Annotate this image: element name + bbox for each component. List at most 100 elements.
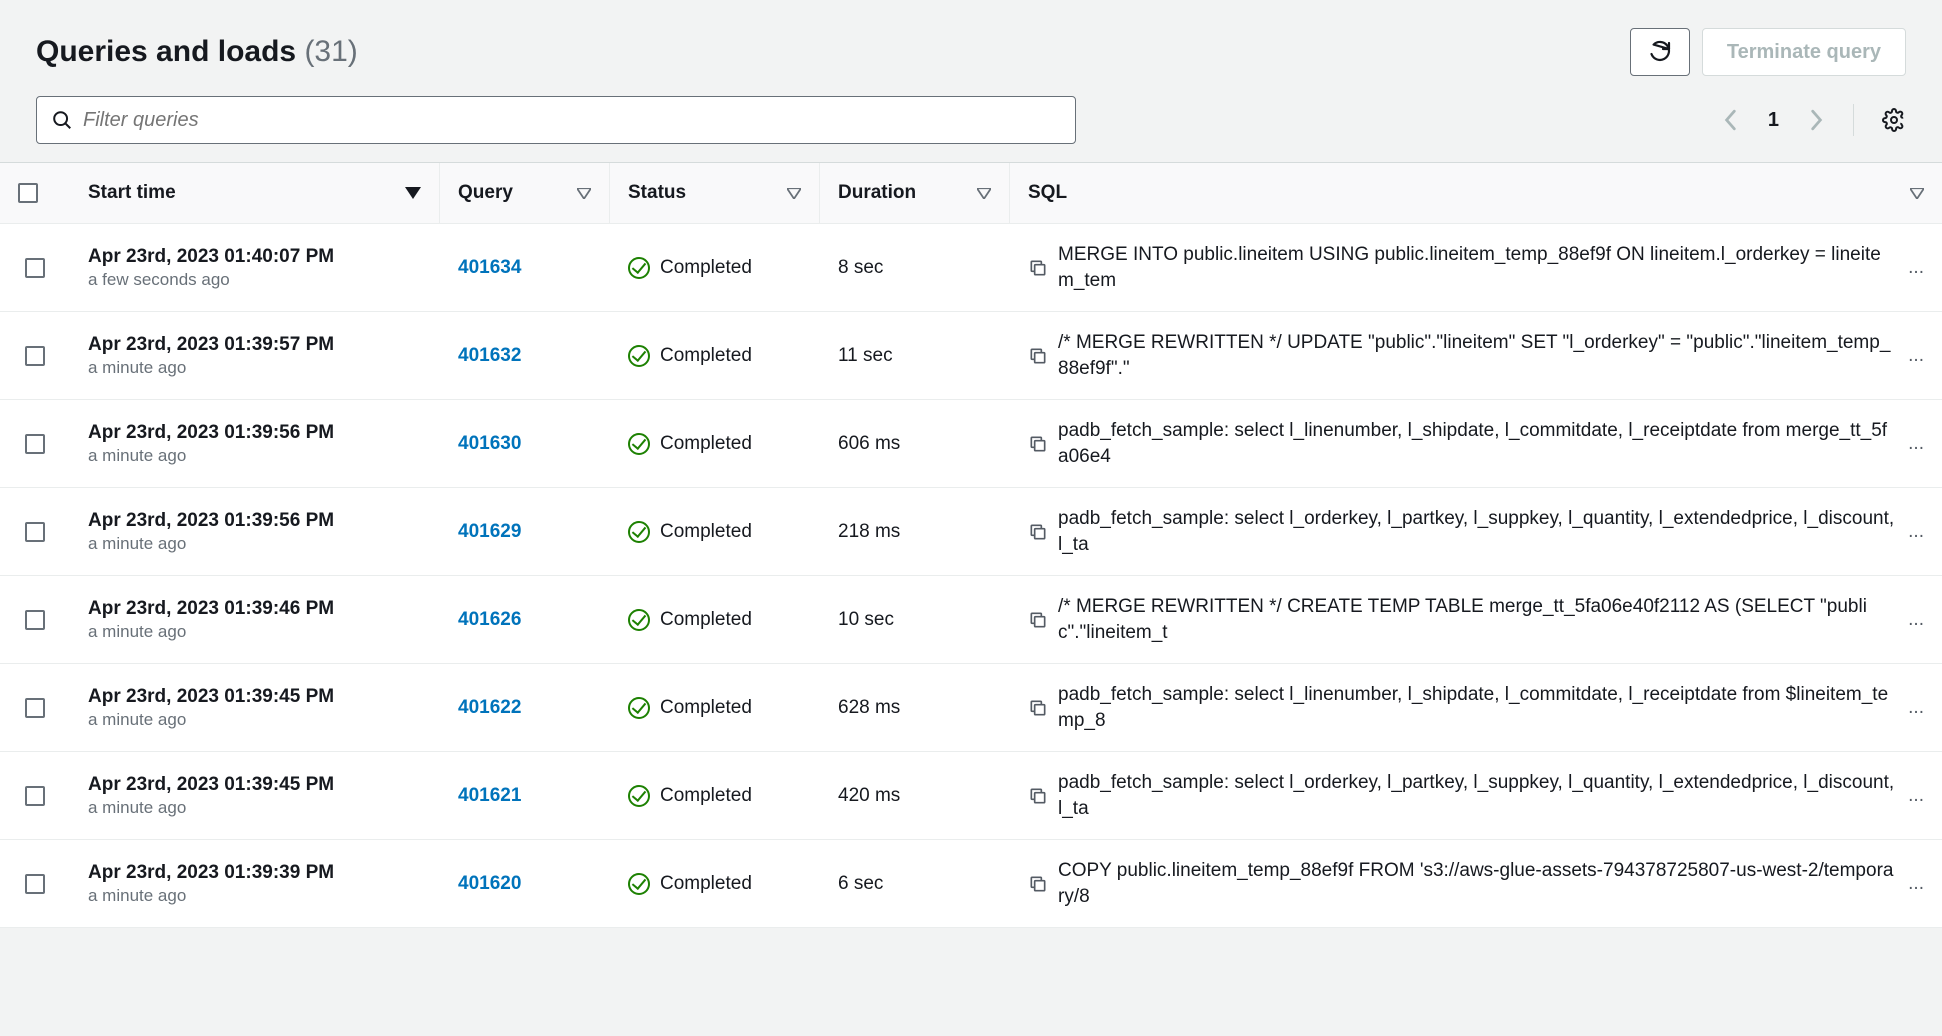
status-success-icon xyxy=(628,433,650,455)
col-header-label: Query xyxy=(458,182,513,204)
sql-text: /* MERGE REWRITTEN */ UPDATE "public"."l… xyxy=(1058,330,1894,381)
copy-sql-button[interactable] xyxy=(1028,786,1048,806)
toolbar: 1 xyxy=(0,96,1942,162)
paginator: 1 xyxy=(1722,104,1906,136)
status-text: Completed xyxy=(660,521,752,543)
next-page-button[interactable] xyxy=(1807,109,1825,131)
start-relative: a minute ago xyxy=(88,886,334,906)
sql-text: padb_fetch_sample: select l_linenumber, … xyxy=(1058,418,1894,469)
query-id-link[interactable]: 401634 xyxy=(458,257,521,279)
row-checkbox[interactable] xyxy=(25,434,45,454)
copy-sql-button[interactable] xyxy=(1028,434,1048,454)
start-time: Apr 23rd, 2023 01:39:45 PM xyxy=(88,774,334,796)
query-id-link[interactable]: 401626 xyxy=(458,609,521,631)
row-checkbox[interactable] xyxy=(25,522,45,542)
col-header-query[interactable]: Query xyxy=(440,163,610,223)
copy-sql-button[interactable] xyxy=(1028,258,1048,278)
table-row: Apr 23rd, 2023 01:40:07 PMa few seconds … xyxy=(0,224,1942,312)
page-number: 1 xyxy=(1768,109,1779,132)
sql-text: padb_fetch_sample: select l_linenumber, … xyxy=(1058,682,1894,733)
row-checkbox[interactable] xyxy=(25,610,45,630)
col-header-label: Status xyxy=(628,182,686,204)
filter-input[interactable] xyxy=(73,109,1061,132)
col-header-status[interactable]: Status xyxy=(610,163,820,223)
page-title: Queries and loads (31) xyxy=(36,35,358,69)
duration-text: 8 sec xyxy=(838,257,883,279)
status-text: Completed xyxy=(660,873,752,895)
select-all-checkbox[interactable] xyxy=(18,183,38,203)
start-relative: a minute ago xyxy=(88,710,334,730)
query-id-link[interactable]: 401620 xyxy=(458,873,521,895)
query-id-link[interactable]: 401632 xyxy=(458,345,521,367)
start-time: Apr 23rd, 2023 01:39:45 PM xyxy=(88,686,334,708)
status-success-icon xyxy=(628,873,650,895)
sort-icon xyxy=(787,188,801,199)
chevron-right-icon xyxy=(1807,109,1825,131)
row-checkbox[interactable] xyxy=(25,346,45,366)
sql-text: padb_fetch_sample: select l_orderkey, l_… xyxy=(1058,770,1894,821)
duration-text: 420 ms xyxy=(838,785,900,807)
gear-icon xyxy=(1882,108,1906,132)
copy-sql-button[interactable] xyxy=(1028,610,1048,630)
status-success-icon xyxy=(628,345,650,367)
copy-sql-button[interactable] xyxy=(1028,874,1048,894)
refresh-button[interactable] xyxy=(1630,28,1690,76)
settings-button[interactable] xyxy=(1882,108,1906,132)
col-header-label: Duration xyxy=(838,182,916,204)
table-row: Apr 23rd, 2023 01:39:39 PMa minute ago40… xyxy=(0,840,1942,928)
copy-sql-button[interactable] xyxy=(1028,346,1048,366)
start-relative: a minute ago xyxy=(88,358,334,378)
duration-text: 10 sec xyxy=(838,609,894,631)
sql-ellipsis: ... xyxy=(1904,785,1924,807)
sql-ellipsis: ... xyxy=(1904,257,1924,279)
col-header-label: SQL xyxy=(1028,182,1067,204)
terminate-query-button[interactable]: Terminate query xyxy=(1702,28,1906,76)
sql-text: /* MERGE REWRITTEN */ CREATE TEMP TABLE … xyxy=(1058,594,1894,645)
duration-text: 6 sec xyxy=(838,873,883,895)
sql-ellipsis: ... xyxy=(1904,521,1924,543)
copy-sql-button[interactable] xyxy=(1028,698,1048,718)
row-checkbox[interactable] xyxy=(25,258,45,278)
start-relative: a minute ago xyxy=(88,446,334,466)
start-relative: a few seconds ago xyxy=(88,270,334,290)
copy-sql-button[interactable] xyxy=(1028,522,1048,542)
sql-ellipsis: ... xyxy=(1904,345,1924,367)
query-id-link[interactable]: 401621 xyxy=(458,785,521,807)
sql-ellipsis: ... xyxy=(1904,697,1924,719)
query-id-link[interactable]: 401629 xyxy=(458,521,521,543)
filter-input-wrapper[interactable] xyxy=(36,96,1076,144)
sql-text: MERGE INTO public.lineitem USING public.… xyxy=(1058,242,1894,293)
col-header-sql[interactable]: SQL xyxy=(1010,163,1942,223)
duration-text: 606 ms xyxy=(838,433,900,455)
status-text: Completed xyxy=(660,609,752,631)
status-success-icon xyxy=(628,785,650,807)
sql-text: padb_fetch_sample: select l_orderkey, l_… xyxy=(1058,506,1894,557)
table-row: Apr 23rd, 2023 01:39:56 PMa minute ago40… xyxy=(0,400,1942,488)
title-count: (31) xyxy=(304,35,357,68)
sort-desc-icon xyxy=(405,187,421,199)
status-success-icon xyxy=(628,697,650,719)
query-id-link[interactable]: 401630 xyxy=(458,433,521,455)
sort-icon xyxy=(577,188,591,199)
sql-ellipsis: ... xyxy=(1904,609,1924,631)
col-header-duration[interactable]: Duration xyxy=(820,163,1010,223)
queries-table: Start time Query Status Duration xyxy=(0,162,1942,928)
divider xyxy=(1853,104,1854,136)
table-row: Apr 23rd, 2023 01:39:57 PMa minute ago 40… xyxy=(0,312,1942,400)
status-success-icon xyxy=(628,609,650,631)
sql-text: COPY public.lineitem_temp_88ef9f FROM 's… xyxy=(1058,858,1894,909)
chevron-left-icon xyxy=(1722,109,1740,131)
col-header-start-time[interactable]: Start time xyxy=(70,163,440,223)
start-relative: a minute ago xyxy=(88,798,334,818)
status-text: Completed xyxy=(660,785,752,807)
sort-icon xyxy=(1910,188,1924,199)
table-row: Apr 23rd, 2023 01:39:56 PMa minute ago40… xyxy=(0,488,1942,576)
panel-header: Queries and loads (31) Terminate query xyxy=(0,0,1942,96)
start-time: Apr 23rd, 2023 01:39:57 PM xyxy=(88,334,334,356)
prev-page-button[interactable] xyxy=(1722,109,1740,131)
row-checkbox[interactable] xyxy=(25,786,45,806)
query-id-link[interactable]: 401622 xyxy=(458,697,521,719)
row-checkbox[interactable] xyxy=(25,698,45,718)
row-checkbox[interactable] xyxy=(25,874,45,894)
title-text: Queries and loads xyxy=(36,35,296,68)
